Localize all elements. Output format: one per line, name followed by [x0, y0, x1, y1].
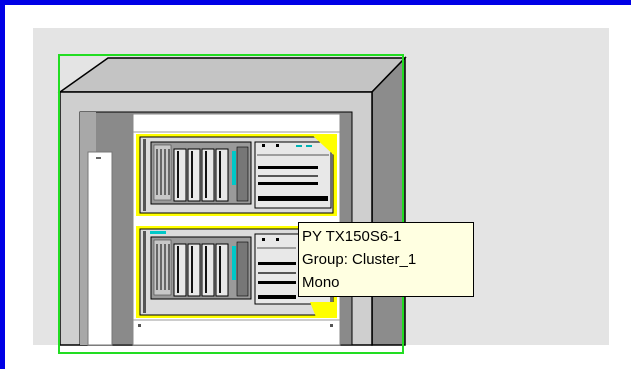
- rack-selection-outline: [58, 54, 404, 354]
- server-tooltip: PY TX150S6-1 Group: Cluster_1 Mono: [298, 222, 474, 297]
- tooltip-group: Group: Cluster_1: [302, 251, 417, 268]
- tooltip-type: Mono: [302, 274, 340, 291]
- tooltip-server-name: PY TX150S6-1: [302, 228, 402, 245]
